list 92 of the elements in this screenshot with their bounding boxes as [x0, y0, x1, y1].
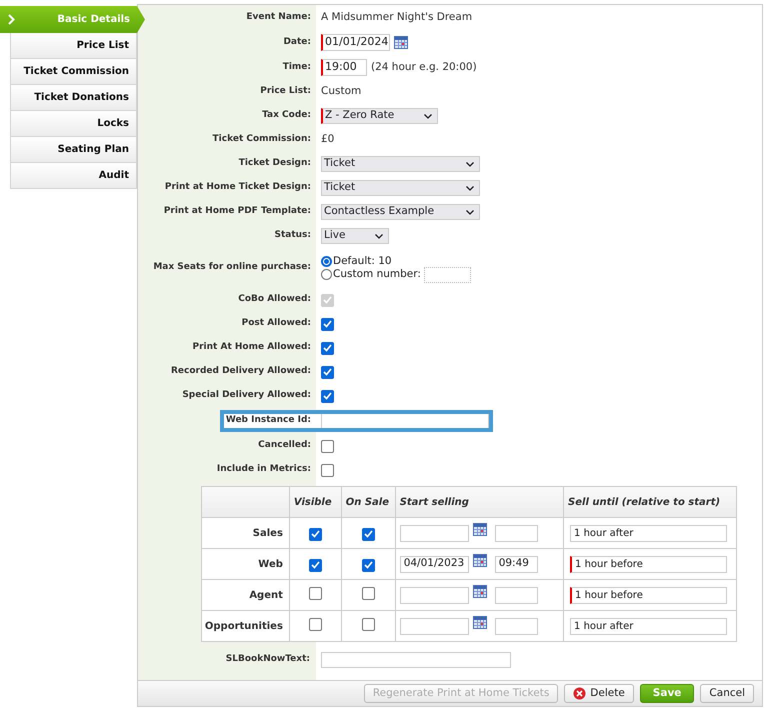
- calendar-icon[interactable]: [394, 36, 408, 49]
- row-header: Opportunities: [202, 610, 290, 642]
- calendar-icon[interactable]: [472, 554, 487, 566]
- dropdown[interactable]: Ticket: [321, 156, 480, 172]
- time-field[interactable]: [494, 618, 538, 634]
- checkbox[interactable]: [362, 528, 375, 540]
- field-label: Print At Home Allowed:: [192, 341, 311, 354]
- input-field[interactable]: [321, 414, 489, 428]
- field-label: Include in Metrics:: [216, 463, 311, 476]
- row-header: Sales: [202, 518, 290, 548]
- checkbox[interactable]: [321, 390, 334, 402]
- field-value: £0: [321, 132, 334, 148]
- sidebar-tab[interactable]: Price List: [10, 33, 137, 59]
- time-field[interactable]: [494, 586, 538, 604]
- radio-button[interactable]: [321, 256, 332, 267]
- time-field[interactable]: [494, 524, 538, 542]
- chevron-down-icon: [466, 162, 474, 166]
- close-icon: [573, 687, 586, 700]
- sell-until-field[interactable]: 1 hour after: [570, 618, 728, 634]
- checkbox[interactable]: [321, 366, 334, 378]
- date-field[interactable]: [400, 618, 469, 634]
- time-field[interactable]: 09:49: [494, 556, 538, 572]
- field-hint: (24 hour e.g. 20:00): [371, 60, 477, 75]
- sell-until-field[interactable]: 1 hour after: [570, 524, 728, 542]
- dropdown[interactable]: Ticket: [321, 180, 480, 196]
- dropdown[interactable]: Live: [321, 228, 390, 244]
- chevron-down-icon: [466, 210, 474, 214]
- field-label: SLBookNowText:: [226, 653, 310, 666]
- checkbox[interactable]: [308, 618, 322, 631]
- field-label: Print at Home Ticket Design:: [164, 181, 311, 194]
- field-label: Max Seats for online purchase:: [153, 261, 311, 274]
- number-field[interactable]: [424, 266, 471, 282]
- row-header: Web: [202, 548, 290, 580]
- sell-until-field[interactable]: 1 hour before: [570, 586, 728, 604]
- field-label: Ticket Commission:: [212, 133, 311, 146]
- field-label: Price List:: [260, 85, 311, 98]
- date-field[interactable]: [400, 524, 469, 542]
- dropdown[interactable]: Contactless Example: [321, 204, 480, 220]
- calendar-icon[interactable]: [472, 522, 487, 536]
- column-header: On Sale: [341, 486, 396, 518]
- sidebar-tab[interactable]: Audit: [10, 163, 137, 189]
- chevron-down-icon: [466, 186, 474, 190]
- radio-label: Custom number:: [333, 266, 421, 282]
- checkbox[interactable]: [321, 464, 334, 476]
- time-field[interactable]: 19:00: [321, 59, 367, 76]
- dropdown[interactable]: Z - Zero Rate: [321, 108, 438, 124]
- field-label: Cancelled:: [258, 439, 311, 452]
- sell-until-field[interactable]: 1 hour before: [570, 556, 728, 572]
- chevron-down-icon: [424, 114, 432, 118]
- column-header: Visible: [289, 486, 342, 518]
- field-label: Post Allowed:: [242, 317, 311, 330]
- checkbox[interactable]: [308, 528, 322, 540]
- field-label: Ticket Design:: [238, 157, 311, 170]
- chevron-down-icon: [375, 234, 384, 238]
- sidebar-tab[interactable]: Seating Plan: [10, 137, 137, 163]
- calendar-icon[interactable]: [472, 616, 487, 628]
- checkbox[interactable]: [362, 618, 375, 631]
- column-header: Sell until (relative to start): [564, 486, 736, 518]
- checkbox[interactable]: [321, 342, 334, 354]
- date-field[interactable]: [400, 586, 469, 604]
- chevron-right-icon: [8, 14, 15, 25]
- field-label: Special Delivery Allowed:: [182, 389, 311, 402]
- checkbox[interactable]: [321, 440, 334, 452]
- field-label: Event Name:: [246, 11, 311, 24]
- calendar-icon[interactable]: [472, 584, 487, 598]
- sidebar-tab[interactable]: Ticket Donations: [10, 85, 137, 111]
- checkbox[interactable]: [308, 558, 322, 572]
- field-label: Web Instance Id:: [226, 414, 311, 428]
- row-header: Agent: [202, 580, 290, 610]
- column-header: Start selling: [395, 486, 564, 518]
- field-label: CoBo Allowed:: [238, 293, 311, 306]
- sidebar-tab[interactable]: Ticket Commission: [10, 59, 137, 85]
- delete-button[interactable]: Delete: [564, 684, 634, 703]
- field-label: Status:: [274, 229, 311, 242]
- input-field[interactable]: [321, 652, 511, 668]
- radio-label: Default: 10: [333, 254, 392, 269]
- field-label: Tax Code:: [262, 109, 311, 122]
- field-value: Custom: [321, 84, 362, 100]
- checkbox[interactable]: [321, 318, 334, 330]
- checkbox[interactable]: [362, 558, 375, 572]
- field-value: A Midsummer Night's Dream: [321, 10, 472, 26]
- checkbox[interactable]: [362, 587, 375, 600]
- date-field[interactable]: 04/01/2023: [400, 556, 469, 572]
- radio-button[interactable]: [321, 269, 332, 280]
- date-field[interactable]: 01/01/2024: [321, 34, 390, 51]
- checkbox[interactable]: [308, 587, 322, 600]
- field-label: Time:: [282, 60, 311, 74]
- field-label: Print at Home PDF Template:: [164, 205, 311, 218]
- button[interactable]: Cancel: [700, 684, 754, 703]
- field-label: Recorded Delivery Allowed:: [170, 365, 311, 378]
- sidebar-tab[interactable]: Locks: [10, 111, 137, 137]
- field-label: Date:: [283, 36, 311, 49]
